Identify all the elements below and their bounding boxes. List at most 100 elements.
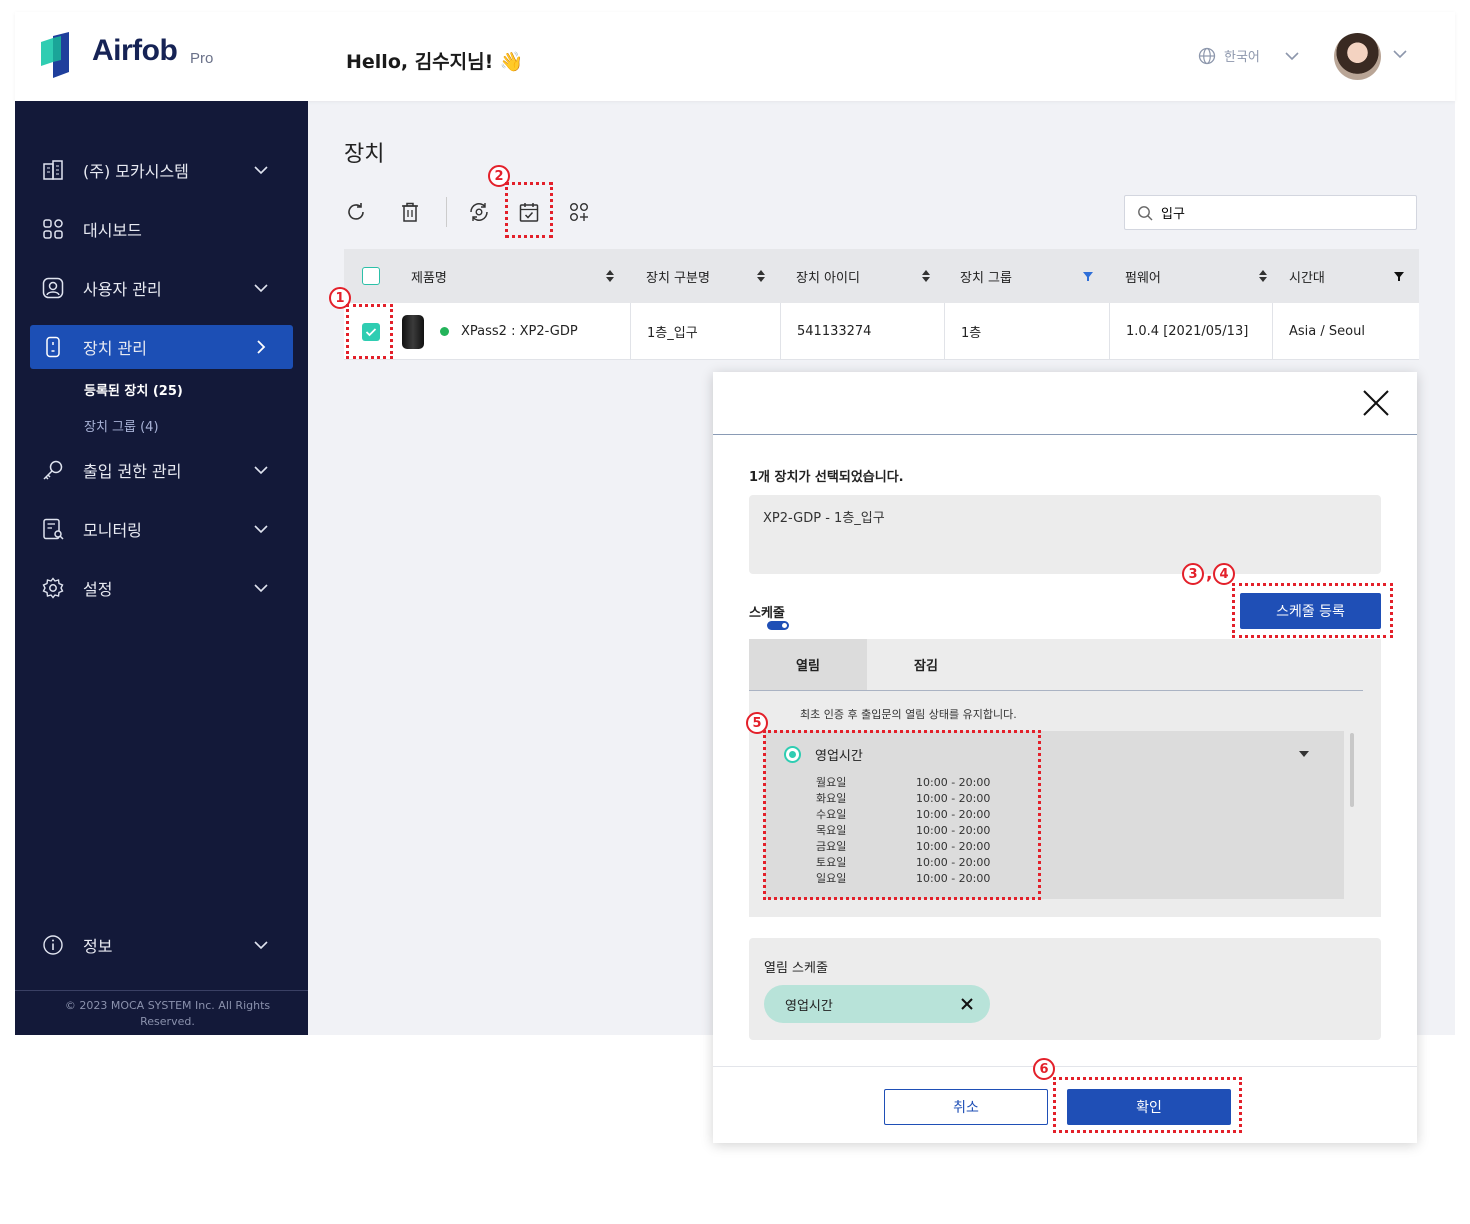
column-header-product[interactable]: 제품명	[411, 249, 615, 303]
status-online-dot	[440, 327, 449, 336]
cancel-button[interactable]: 취소	[884, 1089, 1048, 1125]
cell-group: 1층	[944, 303, 1109, 360]
sort-icon	[922, 270, 930, 282]
close-icon[interactable]	[1361, 388, 1391, 418]
airfob-logo-icon	[41, 32, 69, 78]
language-selector[interactable]: 한국어	[1198, 46, 1300, 65]
selected-count-text: 1개 장치가 선택되었습니다.	[749, 470, 904, 485]
column-header-name[interactable]: 장치 구분명	[646, 249, 766, 303]
user-avatar[interactable]	[1334, 33, 1381, 80]
selected-device-box: XP2-GDP - 1층_입구	[749, 495, 1381, 574]
scrollbar[interactable]	[1350, 733, 1354, 807]
device-table: 제품명 장치 구분명 장치 아이디 장치 그룹 펌웨어 시간대 XPass2:…	[344, 249, 1419, 360]
sidebar: (주) 모카시스템 대시보드 사용자 관리 장치 관리 등록된 장치 (25) …	[15, 101, 308, 1035]
annotation-box-2	[505, 182, 553, 238]
column-label: 장치 아이디	[796, 270, 860, 286]
annotation-box-1	[346, 304, 393, 359]
sidebar-item-label: 설정	[83, 580, 113, 599]
sidebar-item-label: 사용자 관리	[83, 280, 162, 299]
column-header-id[interactable]: 장치 아이디	[796, 249, 931, 303]
device-icon	[40, 334, 66, 360]
product-name: XPass2 : XP2-GDP	[461, 324, 578, 339]
column-label: 시간대	[1289, 270, 1325, 286]
table-header: 제품명 장치 구분명 장치 아이디 장치 그룹 펌웨어 시간대	[344, 249, 1419, 303]
tab-locked[interactable]: 잠김	[867, 639, 985, 690]
sidebar-item-access[interactable]: 출입 권한 관리	[30, 448, 293, 492]
annotation-box-6	[1053, 1077, 1242, 1133]
sidebar-divider	[15, 990, 308, 991]
annotation-box-3-4	[1232, 583, 1393, 638]
sidebar-item-info[interactable]: 정보	[30, 923, 293, 967]
search-box[interactable]	[1124, 195, 1417, 230]
refresh-icon	[348, 203, 364, 220]
sidebar-item-label: 장치 관리	[83, 339, 147, 358]
chip-label: 영업시간	[785, 998, 833, 1014]
tab-open[interactable]: 열림	[749, 639, 867, 690]
tab-underline	[749, 690, 1363, 691]
table-row[interactable]: XPass2 : XP2-GDP 1층_입구 541133274 1층 1.0.…	[344, 303, 1419, 360]
sidebar-item-company[interactable]: (주) 모카시스템	[30, 148, 293, 192]
monitor-icon	[40, 516, 66, 542]
chevron-down-icon	[254, 284, 268, 293]
key-icon	[40, 457, 66, 483]
brand-tier: Pro	[190, 50, 214, 67]
chevron-right-icon	[257, 340, 266, 354]
sidebar-item-label: (주) 모카시스템	[83, 162, 189, 181]
filter-active-icon	[1083, 272, 1093, 281]
annotation-comma: ,	[1206, 564, 1213, 584]
schedule-chip: 영업시간	[764, 985, 990, 1023]
dashboard-icon	[40, 216, 66, 242]
column-header-group[interactable]: 장치 그룹	[960, 249, 1094, 303]
remove-chip-icon[interactable]	[960, 997, 974, 1011]
sync-button[interactable]	[465, 198, 493, 226]
refresh-button[interactable]	[342, 198, 370, 226]
chevron-down-icon	[254, 941, 268, 950]
sidebar-item-devices[interactable]: 장치 관리	[30, 325, 293, 369]
annotation-box-5	[763, 730, 1041, 900]
add-group-button[interactable]	[565, 198, 593, 226]
sidebar-item-label: 정보	[83, 937, 113, 956]
select-all-checkbox[interactable]	[362, 267, 380, 285]
chevron-down-icon	[1285, 51, 1299, 60]
sidebar-item-monitoring[interactable]: 모니터링	[30, 507, 293, 551]
sort-icon	[757, 270, 765, 282]
column-label: 펌웨어	[1125, 270, 1161, 286]
chevron-down-icon	[254, 166, 268, 175]
modal-header	[713, 372, 1417, 435]
expand-caret-icon[interactable]	[1299, 751, 1309, 757]
sidebar-item-users[interactable]: 사용자 관리	[30, 266, 293, 310]
sort-icon	[606, 270, 614, 282]
language-label: 한국어	[1224, 50, 1260, 65]
schedule-toggle[interactable]	[767, 621, 789, 630]
cell-product: XPass2 : XP2-GDP	[440, 303, 578, 360]
sync-settings-icon	[470, 203, 488, 221]
schedule-description: 최초 인증 후 출입문의 열림 상태를 유지합니다.	[800, 708, 1017, 721]
device-thumbnail	[402, 315, 424, 349]
building-icon	[40, 157, 66, 183]
cell-name: 1층_입구	[630, 303, 780, 360]
chevron-down-icon	[254, 525, 268, 534]
annotation-badge-3: 3	[1182, 563, 1204, 585]
sort-icon	[1259, 270, 1267, 282]
page-title: 장치	[344, 142, 385, 167]
user-icon	[40, 275, 66, 301]
column-header-firmware[interactable]: 펌웨어	[1125, 249, 1268, 303]
copyright: © 2023 MOCA SYSTEM Inc. All Rights Reser…	[64, 999, 271, 1028]
brand-name: Airfob	[92, 34, 178, 67]
toolbar-separator	[446, 197, 447, 227]
chevron-down-icon	[254, 466, 268, 475]
search-input[interactable]	[1161, 205, 1391, 220]
delete-button[interactable]	[396, 198, 424, 226]
sidebar-item-settings[interactable]: 설정	[30, 566, 293, 610]
open-schedule-label: 열림 스케줄	[764, 961, 828, 976]
user-menu-chevron-icon[interactable]	[1392, 49, 1408, 59]
sidebar-item-dashboard[interactable]: 대시보드	[30, 207, 293, 251]
sidebar-subitem-registered[interactable]: 등록된 장치 (25)	[84, 380, 183, 399]
column-header-timezone[interactable]: 시간대	[1289, 249, 1405, 303]
schedule-label: 스케줄	[749, 606, 785, 621]
column-label: 제품명	[411, 270, 447, 286]
search-icon	[1138, 205, 1153, 220]
annotation-badge-4: 4	[1213, 563, 1235, 585]
sidebar-item-label: 모니터링	[83, 521, 142, 540]
sidebar-subitem-groups[interactable]: 장치 그룹 (4)	[84, 416, 159, 435]
